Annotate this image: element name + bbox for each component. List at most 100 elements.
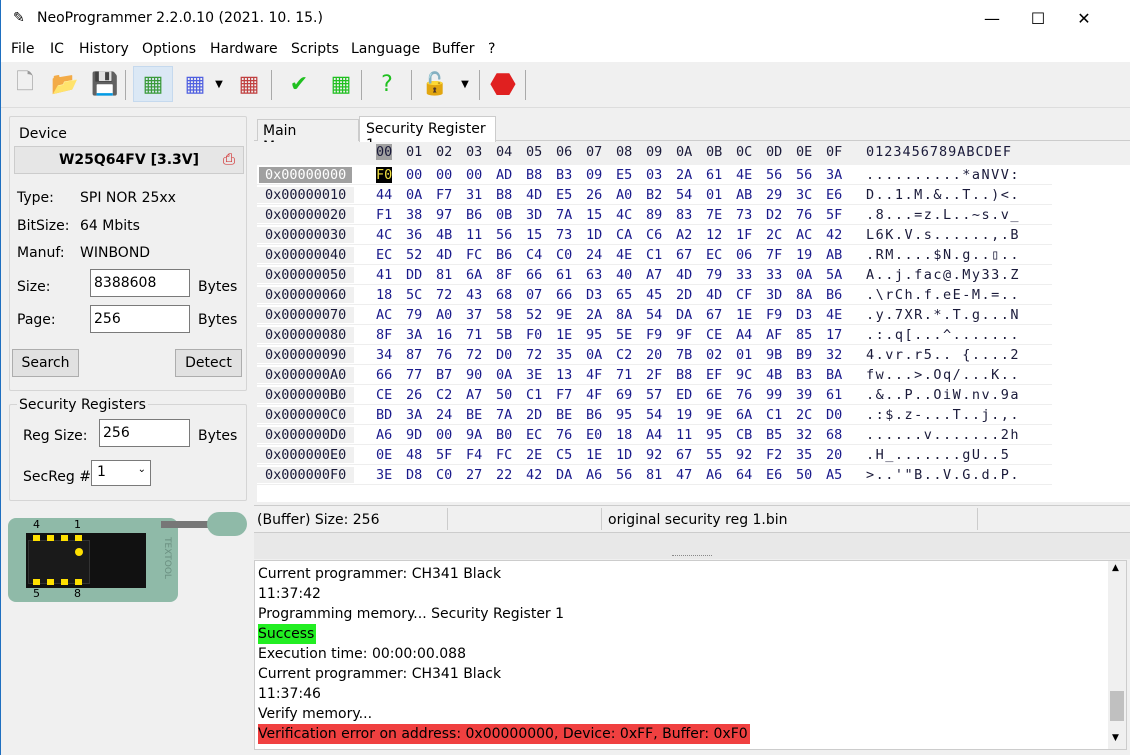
hex-byte[interactable]: AD bbox=[496, 167, 512, 183]
hex-byte[interactable]: 56 bbox=[766, 167, 782, 183]
hex-byte[interactable]: 69 bbox=[616, 387, 632, 403]
hex-byte[interactable]: 72 bbox=[436, 287, 452, 303]
hex-byte[interactable]: C1 bbox=[766, 407, 782, 423]
hex-byte[interactable]: 15 bbox=[526, 227, 542, 243]
hex-byte[interactable]: DD bbox=[406, 267, 422, 283]
hex-byte[interactable]: AB bbox=[736, 187, 752, 203]
pdf-datasheet-icon[interactable]: ⎙ bbox=[223, 150, 235, 168]
hex-byte[interactable]: 71 bbox=[616, 367, 632, 383]
hex-byte[interactable]: 19 bbox=[676, 407, 692, 423]
secreg-select[interactable]: 1 ⌄ bbox=[91, 460, 151, 486]
hex-byte[interactable]: 9B bbox=[766, 347, 782, 363]
minimize-button[interactable]: — bbox=[969, 0, 1015, 38]
hex-byte[interactable]: D0 bbox=[496, 347, 512, 363]
hex-byte[interactable]: B0 bbox=[496, 427, 512, 443]
hex-byte[interactable]: A6 bbox=[706, 467, 722, 483]
hex-byte[interactable]: 9E bbox=[556, 307, 572, 323]
hex-byte[interactable]: 37 bbox=[466, 307, 482, 323]
hex-byte[interactable]: C6 bbox=[646, 227, 662, 243]
hex-byte[interactable]: 1D bbox=[586, 227, 602, 243]
hex-byte[interactable]: B8 bbox=[676, 367, 692, 383]
hex-byte[interactable]: A2 bbox=[676, 227, 692, 243]
search-button[interactable]: Search bbox=[12, 349, 79, 377]
hex-byte[interactable]: A0 bbox=[616, 187, 632, 203]
hex-byte[interactable]: 3C bbox=[796, 187, 812, 203]
hex-byte[interactable]: CA bbox=[616, 227, 632, 243]
menu-options[interactable]: Options bbox=[142, 41, 196, 57]
hex-byte[interactable]: 65 bbox=[616, 287, 632, 303]
close-button[interactable]: ✕ bbox=[1061, 0, 1107, 38]
hex-byte[interactable]: 56 bbox=[616, 467, 632, 483]
hex-byte[interactable]: 26 bbox=[406, 387, 422, 403]
hex-byte[interactable]: D3 bbox=[796, 307, 812, 323]
hex-byte[interactable]: 7A bbox=[496, 407, 512, 423]
hex-byte[interactable]: 9D bbox=[406, 427, 422, 443]
hex-byte[interactable]: 55 bbox=[706, 447, 722, 463]
hex-byte[interactable]: 43 bbox=[466, 287, 482, 303]
hex-byte[interactable]: ED bbox=[676, 387, 692, 403]
hex-byte[interactable]: 00 bbox=[406, 167, 422, 183]
hex-byte[interactable]: C2 bbox=[436, 387, 452, 403]
hex-byte[interactable]: 6A bbox=[736, 407, 752, 423]
hex-byte[interactable]: 42 bbox=[826, 227, 842, 243]
hex-byte[interactable]: 40 bbox=[616, 267, 632, 283]
hex-byte[interactable]: 56 bbox=[796, 167, 812, 183]
hex-byte[interactable]: 5B bbox=[496, 327, 512, 343]
hex-byte[interactable]: 61 bbox=[556, 267, 572, 283]
hex-byte[interactable]: B6 bbox=[466, 207, 482, 223]
hex-byte[interactable]: 73 bbox=[736, 207, 752, 223]
hex-byte[interactable]: 2E bbox=[526, 447, 542, 463]
hex-byte[interactable]: 79 bbox=[406, 307, 422, 323]
hex-byte[interactable]: B6 bbox=[586, 407, 602, 423]
hex-byte[interactable]: 4D bbox=[526, 187, 542, 203]
hex-byte[interactable]: F7 bbox=[436, 187, 452, 203]
hex-byte[interactable]: 72 bbox=[466, 347, 482, 363]
hex-byte[interactable]: 3D bbox=[766, 287, 782, 303]
hex-byte[interactable]: 92 bbox=[646, 447, 662, 463]
hex-byte[interactable]: FC bbox=[496, 447, 512, 463]
hex-byte[interactable]: 41 bbox=[376, 267, 392, 283]
hex-byte[interactable]: 5F bbox=[826, 207, 842, 223]
hex-byte[interactable]: 89 bbox=[646, 207, 662, 223]
hex-byte[interactable]: 50 bbox=[796, 467, 812, 483]
hex-byte[interactable]: C4 bbox=[526, 247, 542, 263]
hex-byte[interactable]: 95 bbox=[616, 407, 632, 423]
hex-byte[interactable]: E5 bbox=[556, 187, 572, 203]
hex-byte[interactable]: 07 bbox=[526, 287, 542, 303]
hex-byte[interactable]: DA bbox=[676, 307, 692, 323]
hex-byte[interactable]: EC bbox=[376, 247, 392, 263]
hex-byte[interactable]: 18 bbox=[376, 287, 392, 303]
blank-check-icon[interactable]: ? bbox=[369, 66, 405, 102]
hex-byte[interactable]: B7 bbox=[436, 367, 452, 383]
hex-byte[interactable]: 22 bbox=[496, 467, 512, 483]
hex-byte[interactable]: 9A bbox=[466, 427, 482, 443]
hex-byte[interactable]: 4C bbox=[376, 227, 392, 243]
new-file-icon[interactable]: 🗋 bbox=[7, 66, 43, 102]
hex-byte[interactable]: 50 bbox=[496, 387, 512, 403]
menu-file[interactable]: File bbox=[11, 41, 34, 57]
hex-byte[interactable]: 17 bbox=[826, 327, 842, 343]
hex-byte[interactable]: 4D bbox=[676, 267, 692, 283]
hex-byte[interactable]: 1E bbox=[586, 447, 602, 463]
hex-byte[interactable]: C2 bbox=[616, 347, 632, 363]
hex-byte[interactable]: 36 bbox=[406, 227, 422, 243]
hex-byte[interactable]: 00 bbox=[436, 427, 452, 443]
hex-byte[interactable]: 92 bbox=[736, 447, 752, 463]
hex-byte[interactable]: 8F bbox=[496, 267, 512, 283]
maximize-button[interactable]: ☐ bbox=[1015, 0, 1061, 38]
hex-byte[interactable]: F9 bbox=[646, 327, 662, 343]
hex-byte[interactable]: A6 bbox=[376, 427, 392, 443]
hex-byte[interactable]: 32 bbox=[826, 347, 842, 363]
hex-byte[interactable]: 35 bbox=[796, 447, 812, 463]
hex-byte[interactable]: 01 bbox=[736, 347, 752, 363]
hex-byte[interactable]: EF bbox=[706, 367, 722, 383]
hex-byte[interactable]: 66 bbox=[526, 267, 542, 283]
hex-byte[interactable]: 9F bbox=[676, 327, 692, 343]
hex-byte[interactable]: 44 bbox=[376, 187, 392, 203]
hex-byte[interactable]: 52 bbox=[406, 247, 422, 263]
menu-ic[interactable]: IC bbox=[50, 41, 64, 57]
hex-byte[interactable]: 68 bbox=[826, 427, 842, 443]
hex-byte[interactable]: F0 bbox=[526, 327, 542, 343]
menu-history[interactable]: History bbox=[79, 41, 129, 57]
hex-byte[interactable]: 5F bbox=[436, 447, 452, 463]
